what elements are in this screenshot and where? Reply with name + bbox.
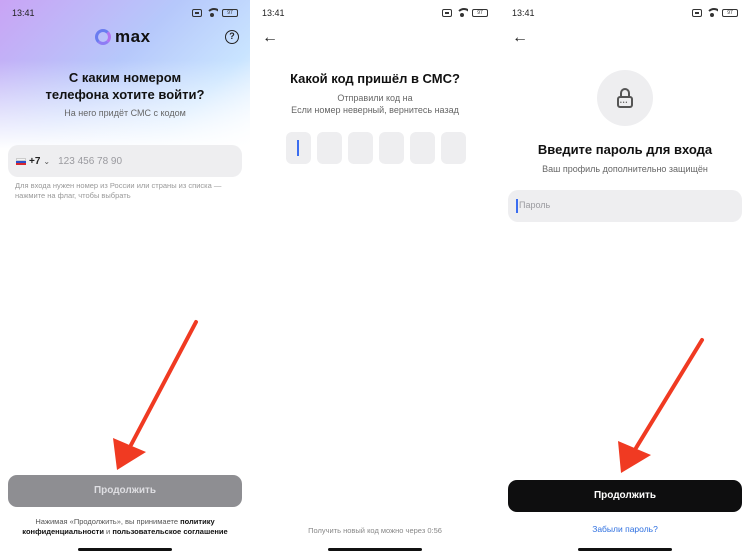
code-cell[interactable] (379, 132, 404, 164)
page-subtitle: Ваш профиль дополнительно защищён (542, 164, 708, 174)
status-bar: 13:41 97 (500, 0, 750, 26)
home-indicator[interactable] (78, 548, 172, 551)
phone-field[interactable]: +7 ⌄ 123 456 78 90 (8, 145, 242, 177)
wrong-number-text: Если номер неверный, вернитесь назад (291, 105, 459, 115)
help-icon[interactable]: ? (225, 30, 239, 44)
legal-text: Нажимая «Продолжить», вы принимаете поли… (22, 517, 228, 536)
code-cell[interactable] (441, 132, 466, 164)
phone-screen: 13:41 97 max ? С каким номером телефона … (0, 0, 250, 556)
resend-timer: Получить новый код можно через 0:56 (308, 526, 442, 535)
status-time: 13:41 (12, 8, 35, 18)
wifi-icon (206, 8, 218, 17)
battery-icon: 97 (472, 8, 488, 17)
code-cell[interactable] (348, 132, 373, 164)
forgot-password-link[interactable]: Забыли пароль? (500, 524, 750, 534)
status-time: 13:41 (262, 8, 285, 18)
password-field[interactable]: Пароль (508, 190, 742, 222)
code-cell[interactable] (317, 132, 342, 164)
screen-record-icon (692, 8, 702, 17)
page-title: С каким номером телефона хотите войти? (45, 70, 205, 102)
code-cell[interactable] (410, 132, 435, 164)
battery-icon: 97 (722, 8, 738, 17)
user-agreement-link[interactable]: пользовательское соглашение (112, 527, 227, 536)
home-indicator[interactable] (328, 548, 422, 551)
page-subtitle: На него придёт СМС с кодом (64, 108, 186, 118)
continue-button[interactable]: Продолжить (8, 475, 242, 507)
home-indicator[interactable] (578, 548, 672, 551)
country-code[interactable]: +7 (29, 156, 40, 167)
sms-code-screen: 13:41 97 ← Какой код пришёл в СМС? Отпра… (250, 0, 500, 556)
status-bar: 13:41 97 (0, 0, 250, 26)
page-title: Какой код пришёл в СМС? (290, 71, 460, 86)
back-arrow-icon[interactable]: ← (512, 30, 528, 46)
wifi-icon (456, 8, 468, 17)
status-time: 13:41 (512, 8, 535, 18)
password-input[interactable]: Пароль (519, 200, 550, 210)
sms-code-input[interactable] (286, 132, 466, 164)
code-cell[interactable] (286, 132, 311, 164)
lock-icon: ••• (617, 88, 633, 108)
continue-button[interactable]: Продолжить (508, 480, 742, 512)
country-hint: Для входа нужен номер из России или стра… (15, 181, 222, 200)
max-logo: max (95, 27, 151, 47)
screen-record-icon (442, 8, 452, 17)
phone-input[interactable]: 123 456 78 90 (58, 156, 122, 167)
text-cursor (297, 140, 299, 156)
password-screen: 13:41 97 ← ••• Введите пароль для входа … (500, 0, 750, 556)
page-title: Введите пароль для входа (537, 142, 713, 157)
russia-flag-icon[interactable] (16, 157, 26, 165)
status-bar: 13:41 97 (250, 0, 500, 26)
back-arrow-icon[interactable]: ← (262, 30, 278, 46)
battery-icon: 97 (222, 8, 238, 17)
max-logo-icon (95, 29, 111, 45)
text-cursor (516, 199, 518, 213)
lock-badge: ••• (597, 70, 653, 126)
logo-text: max (115, 27, 151, 46)
wifi-icon (706, 8, 718, 17)
chevron-down-icon[interactable]: ⌄ (43, 157, 50, 166)
screen-record-icon (192, 8, 202, 17)
